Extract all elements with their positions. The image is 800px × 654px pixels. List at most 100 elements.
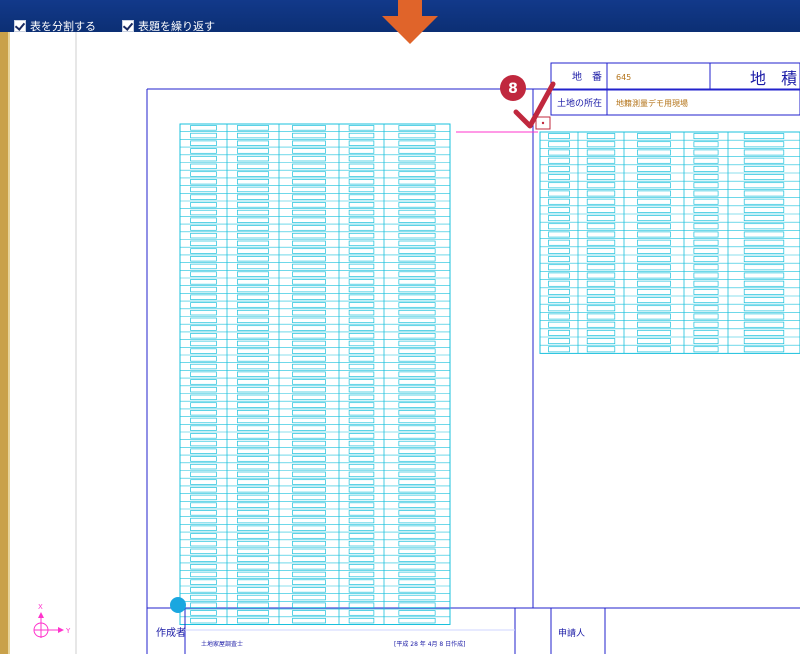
table-cell-box [348,132,375,139]
table-cell-box [190,132,217,139]
table-cell-box [398,140,436,146]
table-cell-box [292,209,326,216]
table-cell-box [348,348,375,354]
table-cell-box [548,133,570,140]
table-cell-box [190,217,217,223]
table-cell-box [292,525,326,531]
table-cell-box [292,548,326,555]
table-cell-box [190,186,217,193]
checkbox-checked-icon[interactable] [14,20,26,32]
table-cell-box [237,163,269,170]
split-table-checkbox[interactable]: 表を分割する [14,19,96,33]
table-cell-box [292,148,326,154]
table-cell-box [237,410,269,416]
table-cell-box [743,149,785,156]
table-cell-box [586,206,616,213]
table-cell-box [398,440,436,447]
table-cell-box [190,571,217,578]
table-cell-box [743,305,785,312]
table-cell-box [237,433,269,439]
table-cell-box [237,279,269,285]
table-cell-box [586,198,616,205]
table-cell-box [292,417,326,424]
repeat-header-checkbox[interactable]: 表題を繰り返す [122,19,215,33]
table-cell-box [237,302,269,308]
drawing-canvas[interactable]: 地 番 645 地 積 土地の所在 地籍測量デモ用現場 8 作成者 土地家屋調査… [10,32,800,654]
table-cell-box [586,321,616,328]
table-cell-box [190,425,217,431]
table-cell-box [398,394,436,401]
table-cell-box [190,271,217,277]
table-cell-box [637,256,671,263]
table-cell-box [348,402,375,408]
table-cell-box [398,225,436,231]
table-cell-box [637,264,671,271]
table-cell-box [237,617,269,624]
table-cell-box [548,206,570,213]
table-cell-box [237,225,269,231]
table-cell-box [398,402,436,408]
table-cell-box [693,321,719,328]
table-cell-box [190,410,217,416]
location-label: 土地の所在 [557,97,602,109]
table-cell-box [693,280,719,287]
table-cell-box [398,610,436,616]
table-cell-box [398,294,436,300]
table-cell-box [237,533,269,539]
table-cell-box [637,321,671,328]
table-cell-box [292,402,326,408]
table-cell-box [292,425,326,431]
table-cell-box [292,610,326,616]
table-cell-box [637,215,671,222]
table-cell-box [348,202,375,208]
table-cell-box [586,313,616,320]
table-cell-box [292,132,326,139]
table-cell-box [548,297,570,304]
table-cell-box [190,540,217,547]
table-cell-box [190,225,217,231]
table-cell-box [348,340,375,347]
table-cell-box [398,309,436,316]
table-cell-box [398,433,436,439]
table-cell-box [693,223,719,230]
table-cell-box [637,297,671,304]
table-cell-box [292,194,326,200]
table-cell-box [586,247,616,254]
table-cell-box [292,556,326,562]
table-cell-box [190,317,217,324]
cursor-dot [170,597,186,613]
table-cell-box [348,317,375,324]
table-cell-box [743,223,785,230]
table-border [179,123,451,625]
applicant-label: 申請人 [558,627,585,639]
table-cell-box [292,494,326,501]
table-cell-box [398,463,436,470]
table-cell-box [548,288,570,295]
table-cell-box [398,202,436,208]
table-cell-box [348,394,375,401]
table-cell-box [348,487,375,493]
table-cell-box [237,263,269,270]
table-cell-box [743,338,785,345]
table-cell-box [398,386,436,393]
table-cell-box [693,313,719,320]
table-cell-box [348,371,375,377]
table-cell-box [190,240,217,247]
chiban-label: 地 番 [572,70,602,83]
table-cell-box [190,602,217,608]
checkbox-checked-icon[interactable] [122,20,134,32]
table-cell-box [548,280,570,287]
table-cell-box [348,209,375,216]
table-cell-box [348,333,375,339]
table-cell-box [292,309,326,316]
table-cell-box [292,271,326,277]
table-cell-box [292,286,326,293]
table-cell-box [292,571,326,578]
table-cell-box [237,463,269,470]
table-cell-box [586,280,616,287]
table-cell-box [292,410,326,416]
table-cell-box [348,525,375,531]
table-cell-box [398,548,436,555]
table-cell-box [398,163,436,170]
table-cell-box [637,329,671,336]
